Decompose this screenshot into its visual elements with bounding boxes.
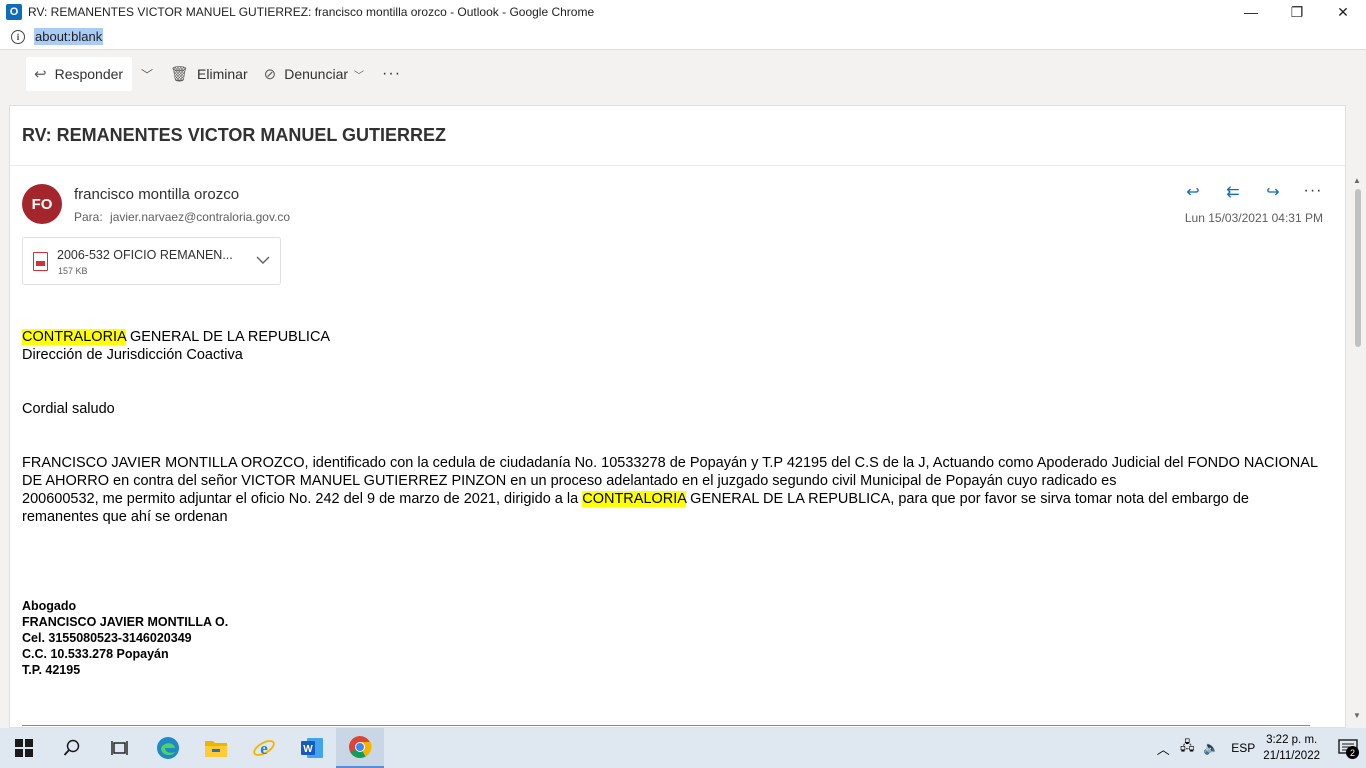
signature-line: T.P. 42195	[22, 663, 81, 677]
reply-icon[interactable]: ↩	[1183, 182, 1203, 202]
windows-taskbar: e W ︿ 🖧 🔈 ESP 3:22 p. m. 21/11/2022 2	[0, 728, 1366, 768]
clock-time: 3:22 p. m.	[1266, 734, 1318, 746]
highlighted-text: CONTRALORIA	[582, 491, 687, 507]
chevron-up-icon[interactable]: ︿	[1151, 739, 1175, 758]
task-view-icon[interactable]	[96, 728, 144, 768]
reply-icon: ↩	[34, 66, 47, 83]
sender-avatar[interactable]: FO	[22, 184, 62, 224]
report-button[interactable]: ⊘ Denunciar ﹀	[256, 57, 372, 91]
chevron-down-icon[interactable]	[254, 251, 272, 269]
word-icon[interactable]: W	[288, 728, 336, 768]
report-chevron-icon: ﹀	[354, 70, 365, 82]
clock[interactable]: 3:22 p. m. 21/11/2022	[1263, 732, 1320, 764]
address-bar: i about:blank	[0, 24, 1366, 50]
message-toolbar: ↩ Responder ﹀ 🗑 Eliminar ⊘ Denunciar ﹀ ·…	[0, 51, 1366, 97]
file-explorer-icon[interactable]	[192, 728, 240, 768]
scroll-up-icon[interactable]: ▲	[1353, 176, 1361, 185]
notification-count-badge: 2	[1346, 746, 1359, 759]
scrollbar[interactable]: ▲ ▼	[1350, 171, 1366, 728]
network-icon[interactable]: 🖧	[1175, 737, 1199, 759]
attachment-card[interactable]: 2006-532 OFICIO REMANEN... 157 KB	[22, 237, 281, 285]
message-body: CONTRALORIA GENERAL DE LA REPUBLICA Dire…	[22, 328, 1322, 678]
body-line-1: CONTRALORIA GENERAL DE LA REPUBLICA	[22, 328, 1322, 346]
windows-start-icon[interactable]	[0, 728, 48, 768]
sender-name[interactable]: francisco montilla orozco	[74, 186, 239, 203]
message-subject: RV: REMANENTES VICTOR MANUEL GUTIERREZ	[10, 106, 1345, 166]
pdf-file-icon	[33, 252, 48, 271]
signature-line: C.C. 10.533.278 Popayán	[22, 647, 169, 661]
recipient-line: Para: javier.narvaez@contraloria.gov.co	[74, 210, 290, 224]
edge-icon[interactable]	[144, 728, 192, 768]
notification-center-button[interactable]: 2	[1330, 728, 1366, 768]
window-title: RV: REMANENTES VICTOR MANUEL GUTIERREZ: …	[28, 5, 595, 19]
reply-label: Responder	[54, 66, 124, 82]
highlighted-text: CONTRALORIA	[22, 329, 126, 345]
delete-button[interactable]: 🗑 Eliminar	[162, 57, 256, 91]
reply-options-chevron-icon[interactable]: ﹀	[132, 57, 162, 91]
message-reading-pane: RV: REMANENTES VICTOR MANUEL GUTIERREZ F…	[9, 105, 1346, 728]
paragraph-2: 200600532, me permito adjuntar el oficio…	[22, 490, 1322, 526]
minimize-button[interactable]: —	[1228, 0, 1274, 24]
system-tray: ︿ 🖧 🔈 ESP 3:22 p. m. 21/11/2022 2	[1151, 728, 1366, 768]
attachment-size: 157 KB	[58, 266, 88, 276]
internet-explorer-icon[interactable]: e	[240, 728, 288, 768]
volume-icon[interactable]: 🔈	[1199, 740, 1223, 756]
svg-text:e: e	[260, 739, 268, 758]
search-icon[interactable]	[48, 728, 96, 768]
trash-icon: 🗑	[170, 66, 190, 83]
body-line-2: Dirección de Jurisdicción Coactiva	[22, 347, 243, 363]
greeting: Cordial saludo	[22, 401, 115, 417]
divider	[22, 725, 1310, 726]
signature-line: Cel. 3155080523-3146020349	[22, 631, 192, 645]
attachment-name: 2006-532 OFICIO REMANEN...	[57, 248, 233, 262]
url-field[interactable]: about:blank	[34, 28, 104, 45]
scroll-down-icon[interactable]: ▼	[1353, 711, 1361, 720]
message-actions: ↩ ⇇ ↪ ···	[1183, 182, 1323, 202]
clock-date: 21/11/2022	[1263, 750, 1320, 762]
chrome-icon[interactable]	[336, 728, 384, 768]
forward-icon[interactable]: ↪	[1263, 182, 1283, 202]
block-icon: ⊘	[263, 66, 277, 83]
signature: Abogado FRANCISCO JAVIER MONTILLA O. Cel…	[22, 598, 1322, 678]
body-text: 200600532, me permito adjuntar el oficio…	[22, 491, 583, 507]
signature-line: Abogado	[22, 599, 77, 613]
message-date: Lun 15/03/2021 04:31 PM	[1184, 211, 1323, 225]
scrollbar-thumb[interactable]	[1355, 189, 1361, 347]
delete-label: Eliminar	[197, 66, 248, 82]
report-label: Denunciar	[284, 66, 349, 82]
paragraph-1: FRANCISCO JAVIER MONTILLA OROZCO, identi…	[22, 455, 1318, 489]
browser-title-bar: O RV: REMANENTES VICTOR MANUEL GUTIERREZ…	[0, 0, 1366, 24]
more-icon[interactable]: ···	[1303, 182, 1323, 202]
restore-button[interactable]: ❐	[1274, 0, 1320, 24]
reply-all-icon[interactable]: ⇇	[1223, 182, 1243, 202]
close-button[interactable]: ✕	[1320, 0, 1366, 24]
more-actions-button[interactable]: ···	[382, 65, 401, 83]
to-label: Para:	[74, 210, 103, 224]
body-text: GENERAL DE LA REPUBLICA	[125, 329, 331, 345]
info-icon[interactable]: i	[11, 29, 25, 44]
svg-text:W: W	[303, 744, 313, 755]
outlook-app-icon: O	[6, 4, 22, 20]
language-indicator[interactable]: ESP	[1231, 741, 1255, 755]
signature-line: FRANCISCO JAVIER MONTILLA O.	[22, 615, 229, 629]
reply-button[interactable]: ↩ Responder	[26, 57, 132, 91]
recipient-address[interactable]: javier.narvaez@contraloria.gov.co	[110, 210, 290, 224]
